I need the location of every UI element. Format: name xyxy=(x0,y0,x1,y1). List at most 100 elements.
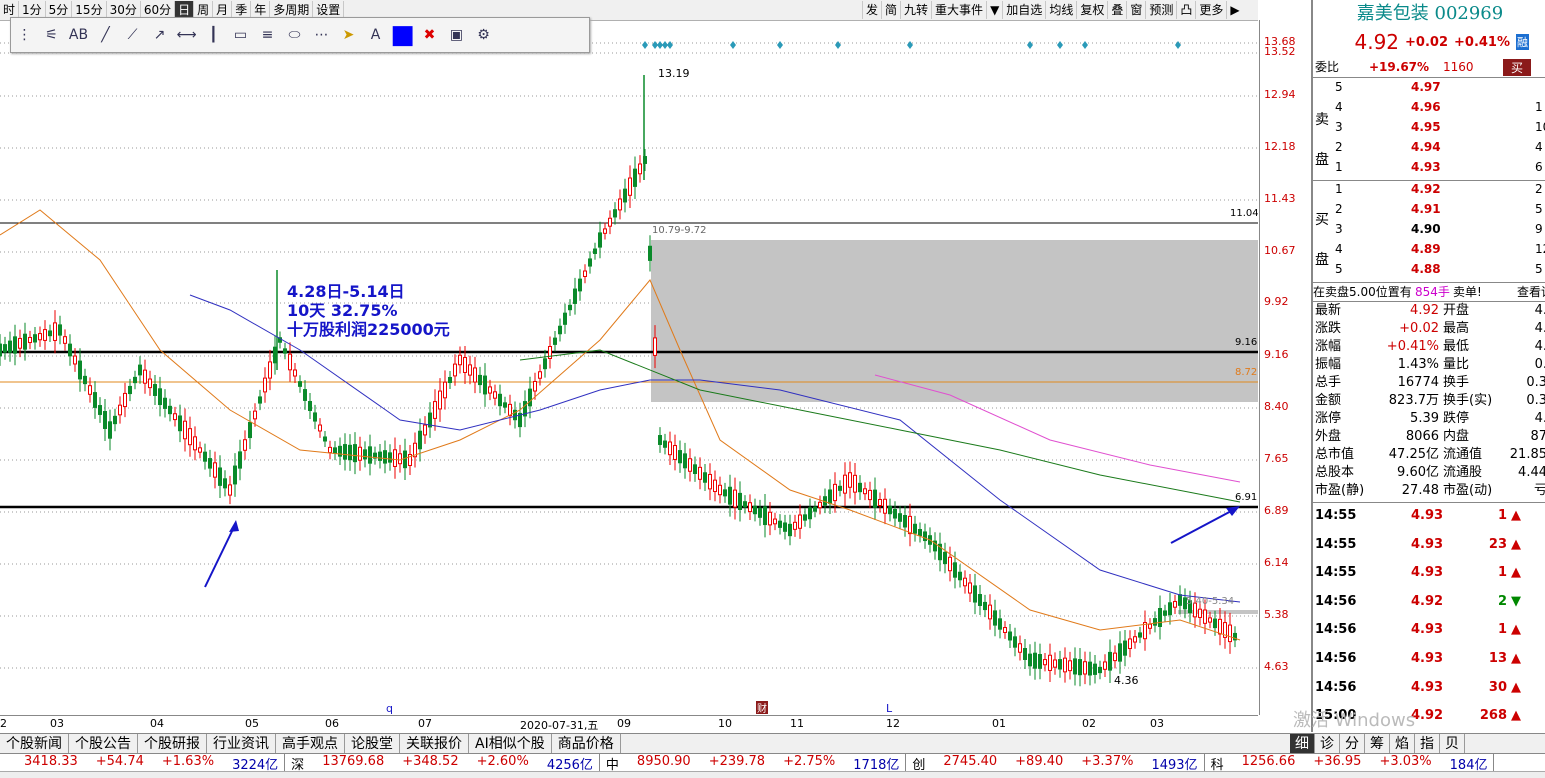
toolbar-button[interactable]: 简 xyxy=(881,1,900,19)
toolbar-button[interactable]: 九转 xyxy=(900,1,931,19)
candle-body xyxy=(338,445,342,457)
candle-body xyxy=(1133,636,1137,643)
text-icon[interactable]: A xyxy=(362,22,389,48)
toolbar-button[interactable]: 均线 xyxy=(1045,1,1076,19)
sell-price: 4.97 xyxy=(1411,80,1441,94)
delete-icon[interactable]: ✖ xyxy=(416,22,443,48)
text-ab-icon[interactable]: AB xyxy=(65,22,92,48)
ray-icon[interactable]: ↗ xyxy=(146,22,173,48)
toolbar-button[interactable]: 凸 xyxy=(1176,1,1195,19)
notice-more: 查看详 xyxy=(1517,285,1545,299)
toolbar-button[interactable]: 复权 xyxy=(1076,1,1107,19)
info-tab[interactable]: 关联报价 xyxy=(400,734,469,754)
segment-icon[interactable]: ⟋ xyxy=(119,22,146,48)
info-tab[interactable]: 个股研报 xyxy=(138,734,207,754)
index-item[interactable]: 中 8950.90 +239.78 +2.75% 1718亿 xyxy=(600,753,907,773)
stat-value: 0. xyxy=(1534,357,1545,372)
candle-body xyxy=(128,385,132,395)
more-icon[interactable]: ⋯ xyxy=(308,22,335,48)
stat-row: 涨停 5.39 跌停 4. xyxy=(1313,410,1545,428)
sell-row: 5 4.97 xyxy=(1313,78,1545,97)
tick-row: 14:56 4.93 1 ▲ xyxy=(1313,620,1545,639)
cursor-icon[interactable]: ➤ xyxy=(335,22,362,48)
tick-volume: 1 xyxy=(1497,508,1507,523)
panel-tab[interactable]: 筹 xyxy=(1365,734,1390,754)
sell-volume: 1 xyxy=(1535,100,1543,114)
stock-price-row: 4.92 +0.02 +0.41% 融 xyxy=(1313,28,1545,56)
candle-body xyxy=(193,436,197,451)
index-item[interactable]: 科 1256.66 +36.95 +3.03% 184亿 xyxy=(1205,753,1495,773)
candle-body xyxy=(1028,653,1032,667)
candle-body xyxy=(1213,618,1217,629)
stat-label: 换手 xyxy=(1443,375,1470,390)
grip-icon[interactable]: ⋮ xyxy=(11,22,38,48)
stat-value: 4. xyxy=(1534,303,1545,318)
line-icon[interactable]: ╱ xyxy=(92,22,119,48)
panel-tab[interactable]: 指 xyxy=(1415,734,1440,754)
price-axis-label: 12.18 xyxy=(1264,140,1296,153)
toolbar-button[interactable]: 加自选 xyxy=(1002,1,1045,19)
candle-body xyxy=(1058,659,1062,670)
vertical-line-icon[interactable]: ┃ xyxy=(200,22,227,48)
info-tab[interactable]: 商品价格 xyxy=(552,734,621,754)
panel-tab[interactable]: 细 xyxy=(1290,734,1315,754)
candle-body xyxy=(238,451,242,469)
candle-body xyxy=(1013,636,1017,648)
parallel-lines-icon[interactable]: ≡ xyxy=(254,22,281,48)
toolbar-button[interactable]: 叠 xyxy=(1107,1,1126,19)
tick-price: 4.93 xyxy=(1411,565,1444,581)
settings-lines-icon[interactable]: ⚟ xyxy=(38,22,65,48)
buy-level: 4 xyxy=(1335,242,1343,256)
sell-volume: 6 xyxy=(1535,160,1543,174)
index-item[interactable]: 创 2745.40 +89.40 +3.37% 1493亿 xyxy=(906,753,1205,773)
info-tab[interactable]: 个股公告 xyxy=(69,734,138,754)
gear-icon[interactable]: ⚙ xyxy=(470,22,497,48)
panel-tab[interactable]: 贝 xyxy=(1440,734,1465,754)
candle-body xyxy=(773,518,777,525)
tick-price: 4.93 xyxy=(1411,651,1444,666)
sell-price: 4.96 xyxy=(1411,100,1441,114)
buy-volume: 9 xyxy=(1535,222,1543,236)
panel-tab[interactable]: 分 xyxy=(1340,734,1365,754)
date-axis-label: 04 xyxy=(150,717,164,730)
stat-row: 市盈(静) 27.48 市盈(动) 亏 xyxy=(1313,482,1545,500)
rectangle-icon[interactable]: ▭ xyxy=(227,22,254,48)
index-item[interactable]: 3418.33 +54.74 +1.63% 3224亿 xyxy=(0,753,286,773)
toolbar-button[interactable]: ▼ xyxy=(986,1,1002,19)
buy-level: 5 xyxy=(1335,262,1343,276)
candle-body xyxy=(1108,651,1112,671)
toolbar-button[interactable]: 窗 xyxy=(1126,1,1145,19)
last-price: 4.92 xyxy=(1354,30,1400,54)
arrow-up-icon: ▲ xyxy=(1511,508,1521,523)
hide-icon[interactable]: ▣ xyxy=(443,22,470,48)
horizontal-segment-icon[interactable]: ⟷ xyxy=(173,22,200,48)
event-marker xyxy=(667,41,673,49)
info-tab[interactable]: 高手观点 xyxy=(276,734,345,754)
buy-button[interactable]: 买 xyxy=(1503,59,1532,76)
info-tab[interactable]: 个股新闻 xyxy=(0,734,69,754)
info-tab[interactable]: 行业资讯 xyxy=(207,734,276,754)
ellipse-icon[interactable]: ⬭ xyxy=(281,22,308,48)
index-item[interactable]: 深 13769.68 +348.52 +2.60% 4256亿 xyxy=(285,753,600,773)
date-axis-label: 12 xyxy=(886,717,900,730)
candle-body xyxy=(963,577,967,587)
toolbar-button[interactable]: 发 xyxy=(862,1,881,19)
candle-body xyxy=(258,396,262,404)
tick-price: 4.93 xyxy=(1411,508,1444,523)
level-label: 6.91 xyxy=(1235,492,1257,503)
index-pct: +2.60% xyxy=(476,753,529,769)
toolbar-button[interactable]: 重大事件 xyxy=(931,1,986,19)
candle-body xyxy=(283,348,287,354)
toolbar-button[interactable]: 预测 xyxy=(1145,1,1176,19)
candlestick-chart[interactable]: 13.19 4.36 11.04 9.16 8.72 6.91 10.79-9.72 5.40… xyxy=(0,20,1258,715)
toolbar-button[interactable]: 更多 xyxy=(1195,1,1226,19)
toolbar-button[interactable]: ▶ xyxy=(1226,1,1242,19)
info-tab[interactable]: AI相似个股 xyxy=(469,734,552,754)
stat-value: 1.43% xyxy=(1397,357,1439,372)
panel-tab[interactable]: 诊 xyxy=(1315,734,1340,754)
candle-body xyxy=(1123,640,1127,656)
info-tab[interactable]: 论股堂 xyxy=(345,734,400,754)
color-swatch-icon[interactable]: ■ xyxy=(389,20,416,50)
candle-body xyxy=(273,346,277,364)
panel-tab[interactable]: 焰 xyxy=(1390,734,1415,754)
